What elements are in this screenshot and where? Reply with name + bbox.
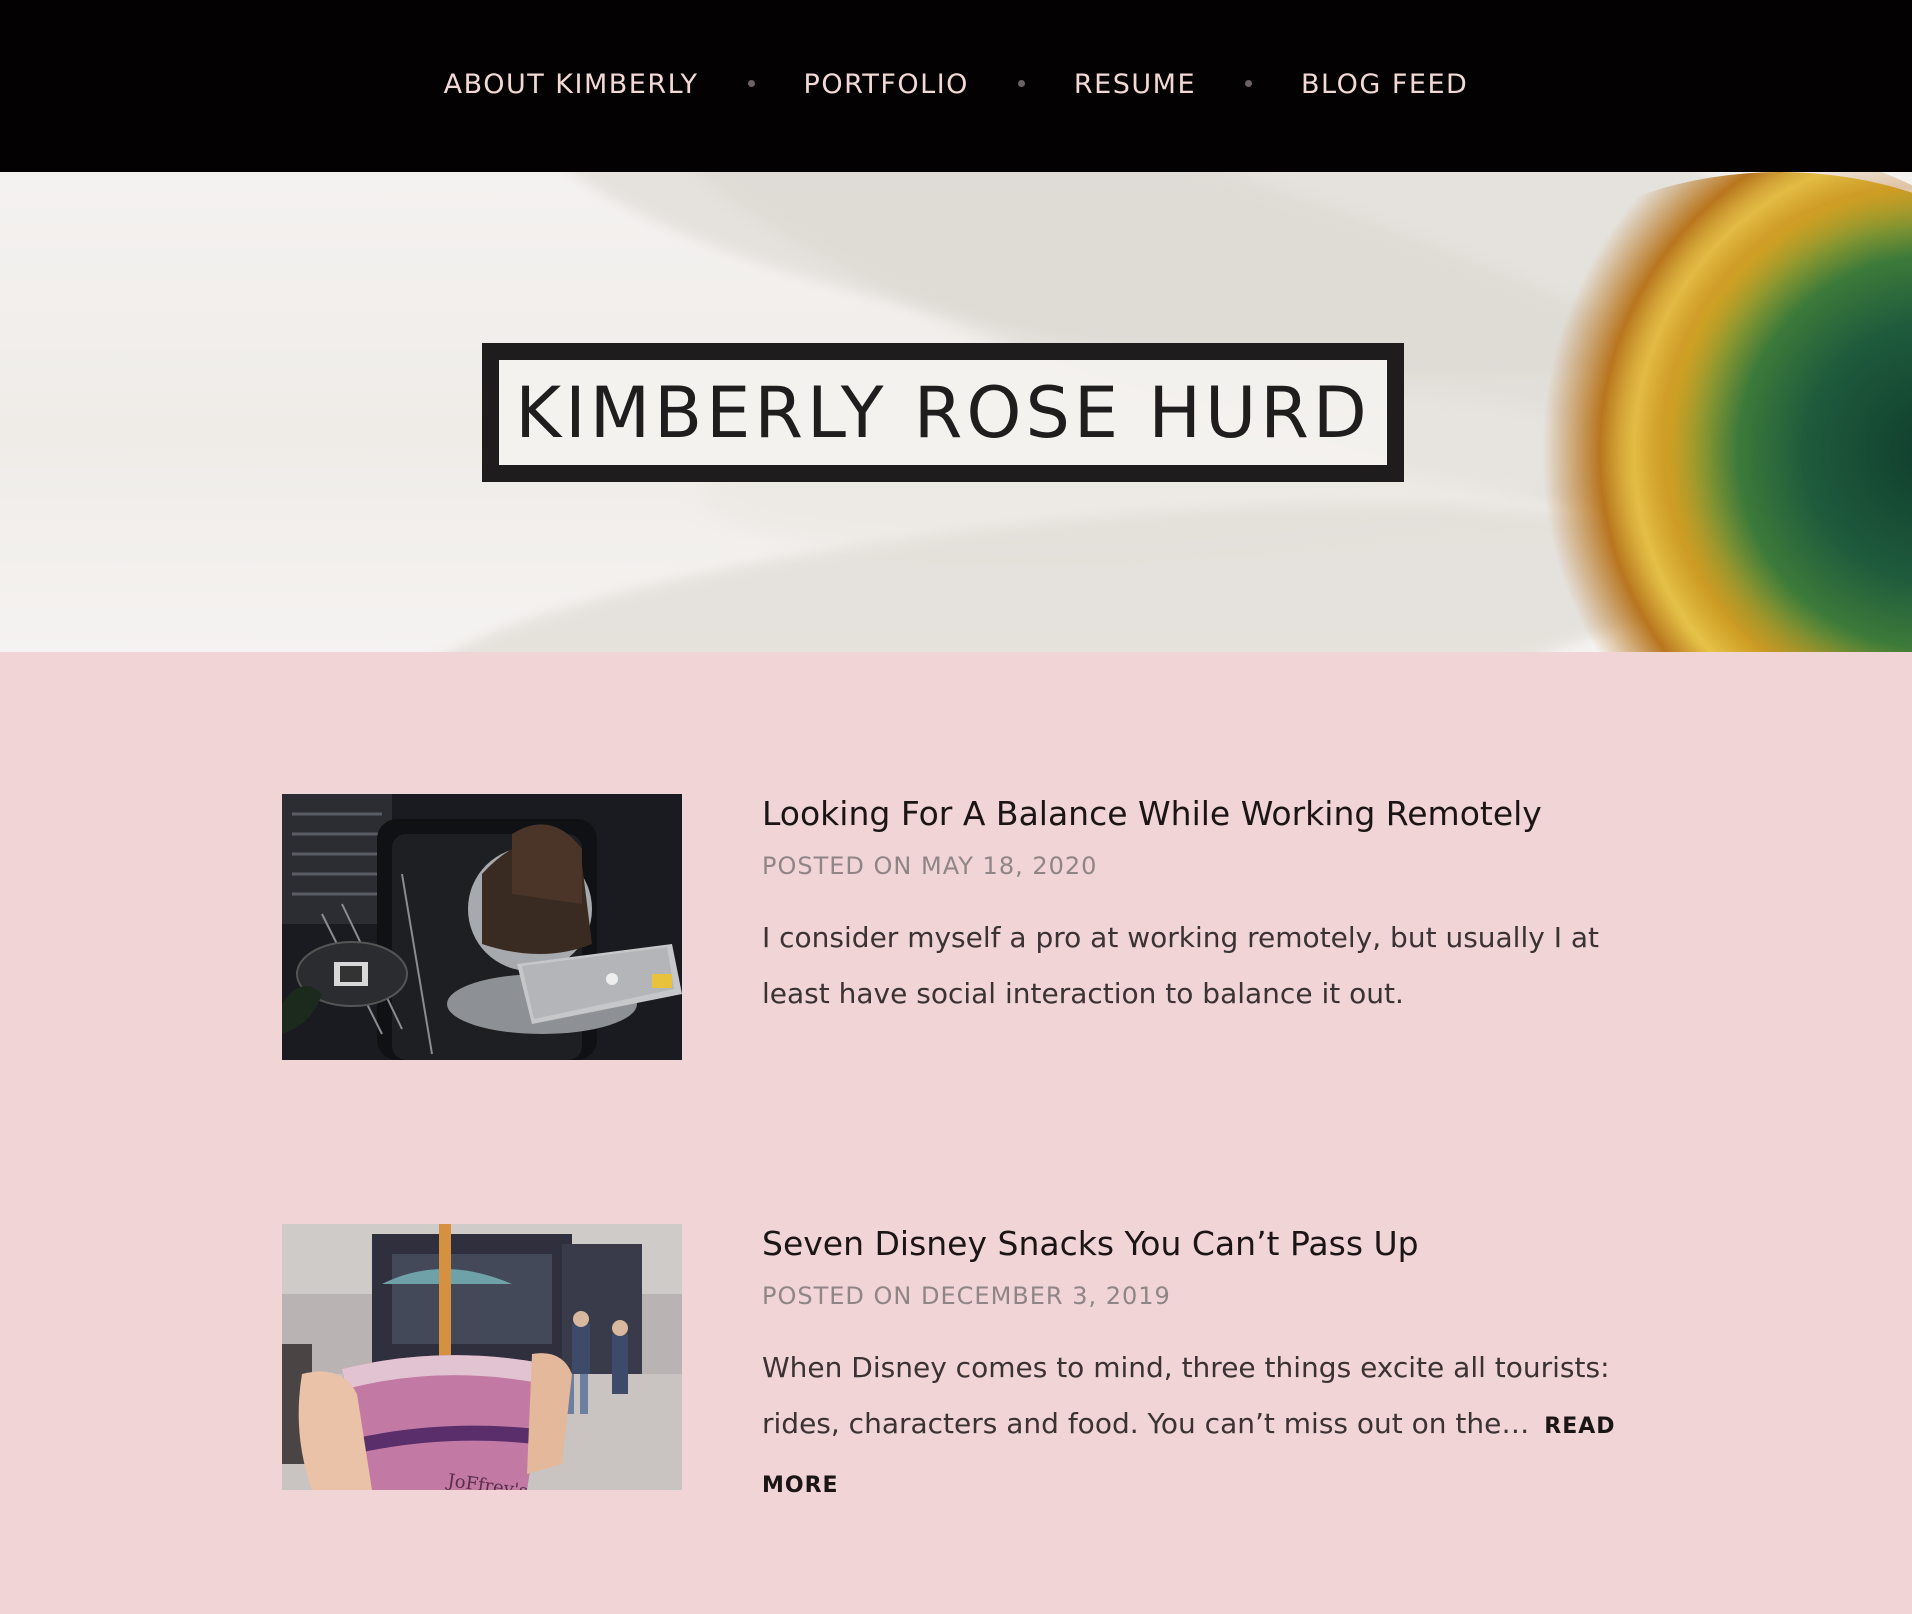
post-excerpt: I consider myself a pro at working remot… — [762, 910, 1622, 1022]
disney-smoothie-image: JoFfrey's — [282, 1224, 682, 1490]
post-excerpt: When Disney comes to mind, three things … — [762, 1340, 1622, 1514]
post-excerpt-text: When Disney comes to mind, three things … — [762, 1351, 1610, 1440]
post-date: POSTED ON MAY 18, 2020 — [762, 852, 1098, 880]
nav-separator-dot — [1017, 79, 1025, 87]
top-navigation: ABOUT KIMBERLY PORTFOLIO RESUME BLOG FEE… — [0, 0, 1912, 172]
woman-with-laptop-image — [282, 794, 682, 1060]
nav-resume[interactable]: RESUME — [1074, 69, 1196, 100]
blog-post: Looking For A Balance While Working Remo… — [282, 794, 1662, 1094]
post-thumbnail[interactable] — [282, 794, 682, 1060]
nav-portfolio[interactable]: PORTFOLIO — [804, 69, 969, 100]
post-title-link[interactable]: Seven Disney Snacks You Can’t Pass Up — [762, 1224, 1419, 1263]
nav-separator-dot — [1245, 79, 1252, 87]
post-excerpt-text: I consider myself a pro at working remot… — [762, 921, 1600, 1010]
post-title-link[interactable]: Looking For A Balance While Working Remo… — [762, 794, 1542, 833]
nav-about-kimberly[interactable]: ABOUT KIMBERLY — [444, 69, 699, 100]
post-date: POSTED ON DECEMBER 3, 2019 — [762, 1282, 1171, 1310]
site-title-link[interactable]: KIMBERLY ROSE HURD — [482, 343, 1404, 482]
nav-separator-dot — [747, 79, 755, 87]
nav-blog-feed[interactable]: BLOG FEED — [1301, 69, 1468, 100]
site-title: KIMBERLY ROSE HURD — [515, 371, 1371, 454]
post-thumbnail[interactable]: JoFfrey's — [282, 1224, 682, 1490]
blog-post: JoFfrey's Seven Disney Snacks You Can’t … — [282, 1224, 1662, 1554]
